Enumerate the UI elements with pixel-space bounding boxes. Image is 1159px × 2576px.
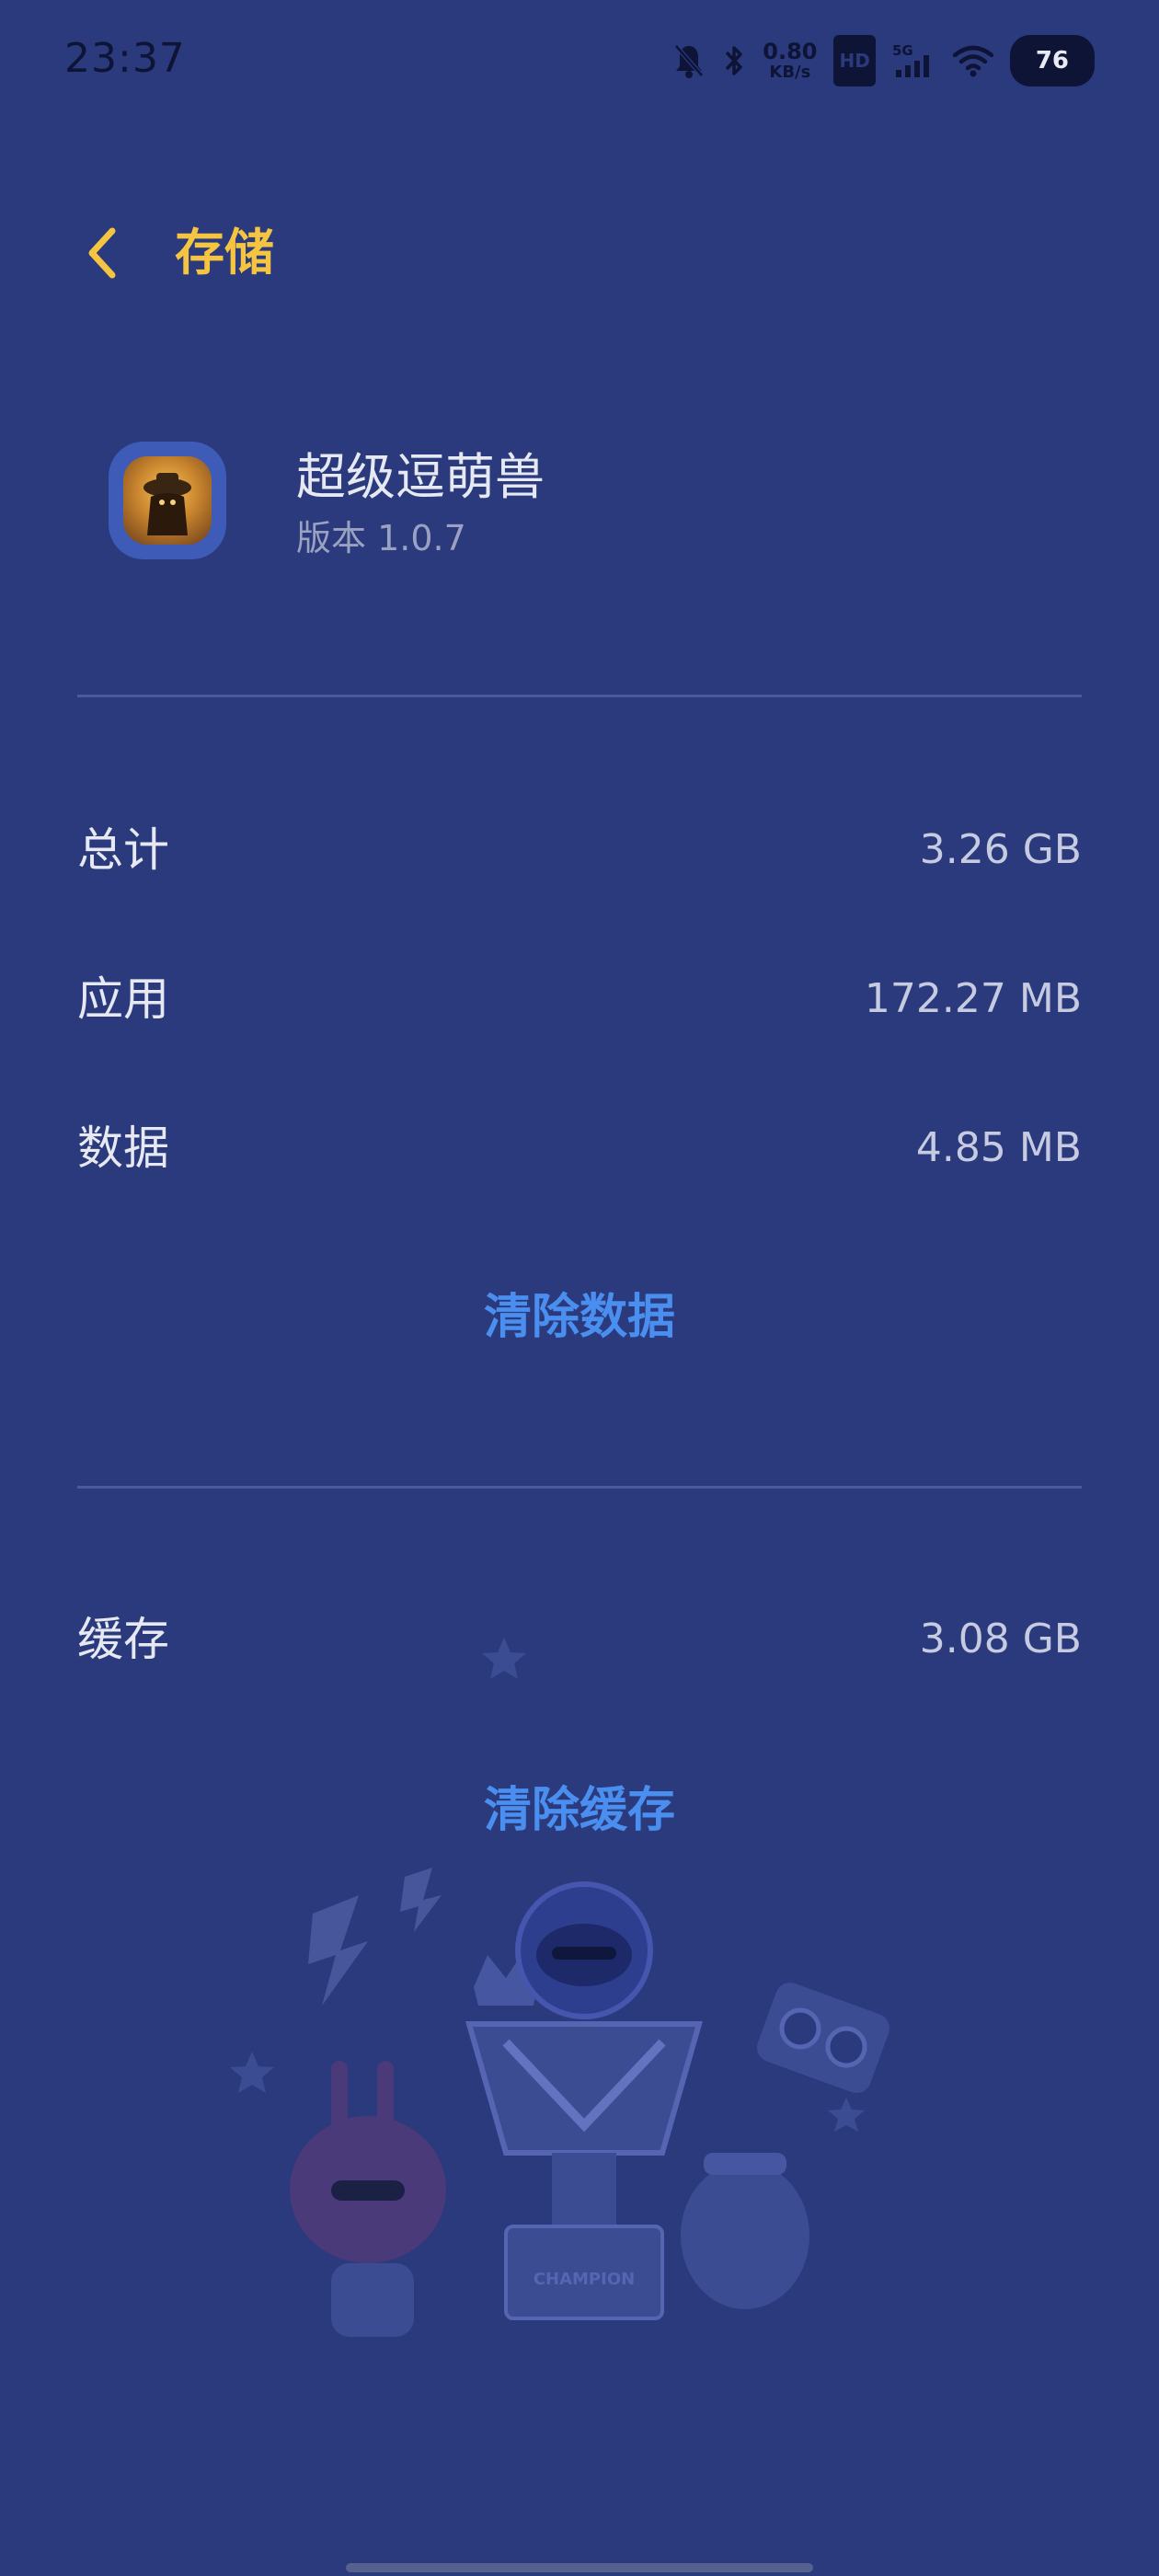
star-icon: [828, 2098, 865, 2132]
app-size-label: 应用: [77, 972, 169, 1026]
storage-row-total: 总计 3.26 GB: [77, 813, 1082, 887]
home-indicator[interactable]: [346, 2563, 813, 2572]
app-size-value: 172.27 MB: [864, 975, 1082, 1022]
app-name: 超级逗萌兽: [296, 448, 545, 506]
back-button[interactable]: [74, 221, 129, 285]
clear-data-button[interactable]: 清除数据: [0, 1281, 1159, 1354]
bluetooth-icon: [722, 39, 746, 83]
signal-icon: 5G: [892, 39, 936, 83]
storage-screen: 23:37 0.80 KB/s HD 5G 76 存储 超级逗萌兽 版本 1.0…: [0, 0, 1159, 2576]
cache-value: 3.08 GB: [919, 1616, 1082, 1662]
status-bar: 23:37 0.80 KB/s HD 5G 76: [0, 0, 1159, 121]
status-time: 23:37: [64, 35, 186, 82]
chevron-left-icon: [88, 227, 116, 279]
total-value: 3.26 GB: [919, 826, 1082, 873]
cache-label: 缓存: [77, 1613, 169, 1666]
trophy-text: CHAMPION: [534, 2270, 635, 2289]
divider: [77, 695, 1082, 697]
app-icon-artwork: [123, 456, 212, 545]
status-icons: 0.80 KB/s HD 5G 76: [672, 35, 1095, 86]
champion-illustration: CHAMPION: [230, 1638, 889, 2337]
mute-bell-icon: [672, 39, 706, 83]
storage-row-data: 数据 4.85 MB: [77, 1111, 1082, 1185]
app-version: 版本 1.0.7: [296, 518, 466, 558]
network-speed-value: 0.80: [763, 39, 818, 64]
total-label: 总计: [77, 823, 169, 877]
wifi-icon: [952, 39, 993, 83]
data-value: 4.85 MB: [915, 1124, 1082, 1171]
app-info: 超级逗萌兽 版本 1.0.7: [0, 442, 1159, 580]
battery-indicator: 76: [1009, 35, 1095, 86]
star-icon: [482, 1638, 526, 1679]
page-title: 存储: [175, 224, 274, 282]
page-header: 存储: [0, 212, 1159, 294]
clear-cache-button[interactable]: 清除缓存: [0, 1774, 1159, 1847]
hd-badge: HD: [833, 35, 876, 86]
battery-level: 76: [1035, 47, 1069, 75]
svg-text:5G: 5G: [892, 42, 913, 59]
data-label: 数据: [77, 1121, 169, 1175]
network-speed: 0.80 KB/s: [763, 39, 817, 83]
divider: [77, 1486, 1082, 1489]
network-speed-unit: KB/s: [769, 63, 811, 82]
app-icon: [109, 442, 226, 559]
star-icon: [230, 2052, 274, 2093]
storage-row-app: 应用 172.27 MB: [77, 962, 1082, 1036]
